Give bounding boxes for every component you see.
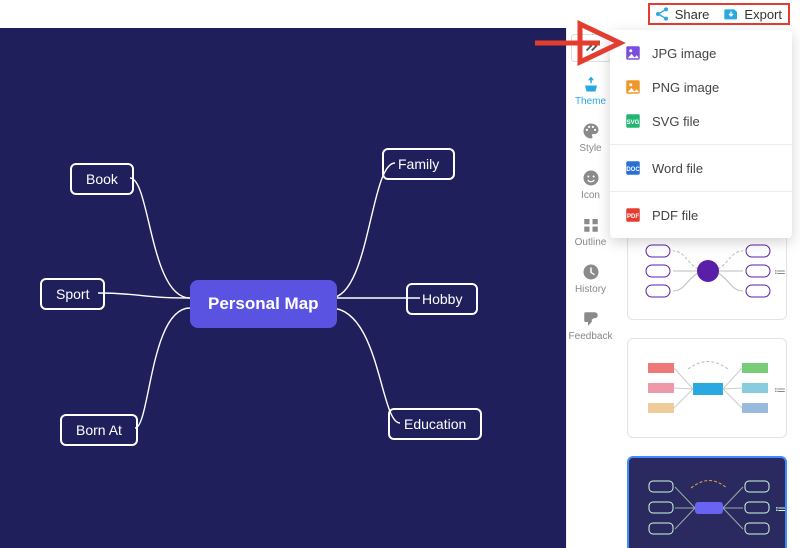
share-button[interactable]: Share [654,6,710,22]
node-book[interactable]: Book [70,163,134,195]
tool-feedback-label: Feedback [569,331,613,342]
node-born-at-label: Born At [76,422,122,438]
history-icon [581,262,601,282]
svg-text:≔: ≔ [775,502,787,516]
emoji-icon [581,168,601,188]
node-hobby[interactable]: Hobby [406,283,478,315]
export-svg-label: SVG file [652,114,700,129]
center-node[interactable]: Personal Map [190,280,337,328]
tool-history-label: History [575,284,606,295]
tool-style[interactable]: Style [567,115,615,162]
tool-theme[interactable]: Theme [567,68,615,115]
theme-card-3[interactable]: ≔ [627,456,787,548]
node-family-label: Family [398,156,439,172]
svg-text:≔: ≔ [774,265,786,279]
tool-outline-label: Outline [575,237,607,248]
export-png[interactable]: PNG image [610,70,792,104]
red-arrow-annotation [520,18,630,68]
pdf-file-icon: PDF [624,206,642,224]
export-word[interactable]: DOC Word file [610,151,792,185]
node-education-label: Education [404,416,466,432]
topbar-highlight-box: Share Export [648,3,790,25]
export-pdf[interactable]: PDF PDF file [610,198,792,232]
export-pdf-label: PDF file [652,208,698,223]
menu-separator [610,144,792,145]
svg-text:PDF: PDF [627,214,639,220]
theme-icon [581,74,601,94]
export-png-label: PNG image [652,80,719,95]
top-bar: Share Export [0,0,800,28]
node-sport-label: Sport [56,286,89,302]
export-menu: JPG image PNG image SVG SVG file DOC Wor… [610,30,792,238]
theme-card-2[interactable]: ≔ [627,338,787,438]
export-jpg-label: JPG image [652,46,716,61]
outline-icon [581,215,601,235]
node-education[interactable]: Education [388,408,482,440]
tool-style-label: Style [579,143,601,154]
tool-feedback[interactable]: Feedback [567,303,615,350]
tool-outline[interactable]: Outline [567,209,615,256]
tool-history[interactable]: History [567,256,615,303]
export-button[interactable]: Export [723,6,782,22]
share-icon [654,6,670,22]
tool-theme-label: Theme [575,96,606,107]
svg-text:DOC: DOC [626,167,640,173]
export-jpg[interactable]: JPG image [610,36,792,70]
export-svg[interactable]: SVG SVG file [610,104,792,138]
share-label: Share [675,7,710,22]
style-icon [581,121,601,141]
png-file-icon [624,78,642,96]
mindmap-canvas[interactable]: Personal Map Book Sport Born At Family H… [0,28,566,548]
menu-separator-2 [610,191,792,192]
svg-text:SVG: SVG [627,120,640,126]
node-family[interactable]: Family [382,148,455,180]
tool-icon[interactable]: Icon [567,162,615,209]
node-book-label: Book [86,171,118,187]
center-node-label: Personal Map [208,294,319,313]
export-label: Export [744,7,782,22]
tool-icon-label: Icon [581,190,600,201]
tool-column: Theme Style Icon Outline History Feedbac… [566,28,614,548]
node-hobby-label: Hobby [422,291,462,307]
feedback-icon [581,309,601,329]
svg-text:≔: ≔ [774,383,786,397]
export-icon [723,6,739,22]
export-word-label: Word file [652,161,703,176]
node-sport[interactable]: Sport [40,278,105,310]
svg-file-icon: SVG [624,112,642,130]
word-file-icon: DOC [624,159,642,177]
node-born-at[interactable]: Born At [60,414,138,446]
